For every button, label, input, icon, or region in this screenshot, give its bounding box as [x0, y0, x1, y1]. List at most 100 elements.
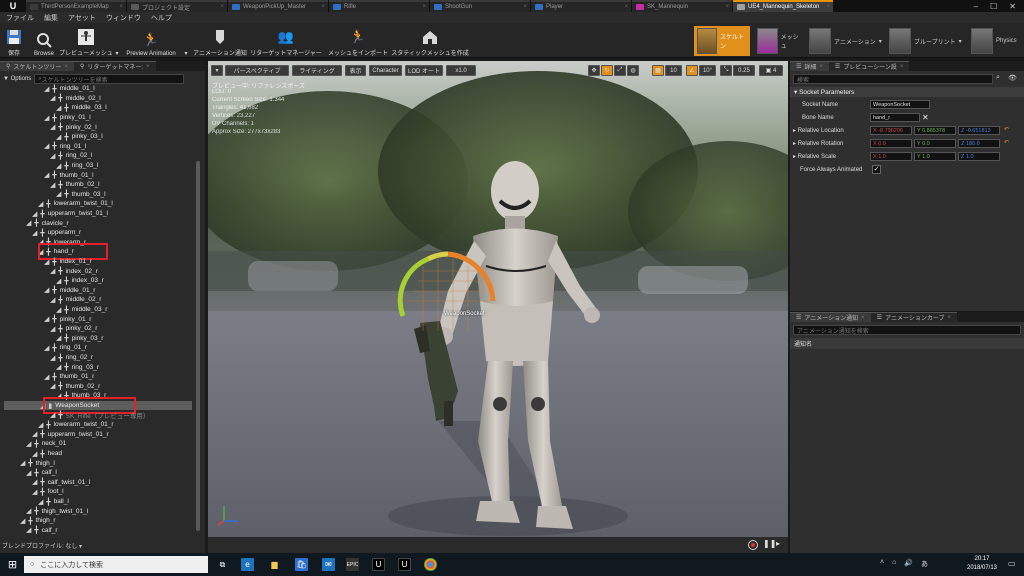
reset-arrow-icon[interactable]: ↶: [1004, 139, 1009, 146]
viewport-options-button[interactable]: ▾: [211, 65, 223, 76]
bone-row[interactable]: ◢ ╋ middle_02_r: [50, 295, 101, 305]
expand-arrow-icon[interactable]: ◢: [56, 162, 61, 170]
expand-arrow-icon[interactable]: ◢: [44, 114, 49, 122]
preview-animation-button[interactable]: 🏃 Preview Animation: [120, 25, 182, 57]
close-icon[interactable]: ×: [819, 64, 823, 70]
reset-arrow-icon[interactable]: ↶: [1004, 126, 1009, 133]
bone-row[interactable]: ◢ ╋ ring_02_l: [50, 151, 92, 161]
expand-arrow-icon[interactable]: ◢: [38, 200, 43, 208]
file-explorer-icon[interactable]: ▆: [268, 558, 281, 571]
playback-speed-button[interactable]: x1.0: [446, 65, 476, 76]
mail-icon[interactable]: ✉: [322, 558, 335, 571]
lod-button[interactable]: LOD オート: [405, 65, 443, 76]
blueprint-mode-button[interactable]: ブループリント ▾: [886, 26, 968, 56]
expand-arrow-icon[interactable]: ◢: [56, 306, 61, 314]
tab-preview-scene-settings[interactable]: ☰ プレビューシーン設 ×: [828, 61, 910, 71]
bone-row[interactable]: ◢ ╋ lowerarm_twist_01_r: [38, 420, 114, 430]
force-animated-checkbox[interactable]: ✓: [872, 165, 881, 174]
editor-tab[interactable]: SK_Mannequin ×: [632, 0, 732, 12]
notification-center-icon[interactable]: ▭: [1008, 559, 1016, 568]
skeleton-tree-search-input[interactable]: ⌕ スケルトンツリーを検索: [34, 74, 185, 84]
tab-retarget-manager[interactable]: ⚲ リターゲットマネー: ×: [73, 61, 156, 71]
editor-tab[interactable]: UE4_Mannequin_Skeleton ×: [733, 0, 833, 12]
expand-arrow-icon[interactable]: ◢: [50, 267, 55, 275]
editor-tab[interactable]: プロジェクト設定 ×: [127, 0, 227, 12]
rotate-tool-icon[interactable]: ↻: [601, 65, 613, 76]
preview-mesh-button[interactable]: プレビューメッシュ: [59, 25, 113, 57]
expand-arrow-icon[interactable]: ◢: [26, 526, 31, 534]
editor-tab[interactable]: ThirdPersonExampleMap ×: [26, 0, 126, 12]
expand-arrow-icon[interactable]: ◢: [44, 171, 49, 179]
expand-arrow-icon[interactable]: ◢: [50, 354, 55, 362]
close-icon[interactable]: ×: [321, 4, 325, 10]
expand-arrow-icon[interactable]: ◢: [50, 123, 55, 131]
show-button[interactable]: 表示: [345, 65, 366, 76]
close-icon[interactable]: ×: [523, 4, 527, 10]
bone-row[interactable]: ◢ ╋ thumb_01_l: [44, 170, 94, 180]
bone-row[interactable]: ◢ ╋ upperarm_twist_01_r: [32, 430, 109, 440]
grid-snap-icon[interactable]: ▦: [652, 65, 664, 76]
world-local-icon[interactable]: ◍: [627, 65, 639, 76]
record-icon[interactable]: [748, 540, 758, 550]
save-button[interactable]: 保存: [3, 25, 25, 57]
tab-details[interactable]: ☰ 詳細 ×: [790, 61, 829, 71]
bone-row[interactable]: ◢ ╋ head: [32, 449, 62, 459]
expand-arrow-icon[interactable]: ◢: [32, 229, 37, 237]
expand-arrow-icon[interactable]: ◢: [38, 498, 43, 506]
bone-row[interactable]: ◢ ╋ foot_l: [32, 487, 64, 497]
maximize-icon[interactable]: ☐: [990, 2, 997, 11]
rotation-x-field[interactable]: X 0.0: [870, 139, 912, 148]
clock[interactable]: 20:17 2018/07/13: [962, 555, 1002, 573]
bone-row[interactable]: ◢ ╋ middle_03_l: [56, 103, 107, 113]
bone-row[interactable]: ◢ ╋ ring_03_r: [56, 362, 99, 372]
bone-row[interactable]: ◢ ╋ pinky_03_r: [56, 334, 103, 344]
bone-row[interactable]: ◢ ╋ ring_03_l: [56, 161, 98, 171]
bone-row[interactable]: ◢ ╋ middle_03_r: [56, 305, 107, 315]
expand-arrow-icon[interactable]: ◢: [56, 190, 61, 198]
bone-name-field[interactable]: hand_r: [870, 113, 920, 122]
camera-speed-button[interactable]: ▣ 4: [759, 65, 783, 76]
network-icon[interactable]: ⌂: [892, 559, 896, 569]
expand-arrow-icon[interactable]: ◢: [20, 517, 25, 525]
menu-window[interactable]: ウィンドウ: [106, 13, 141, 23]
close-window-icon[interactable]: ✕: [1009, 2, 1016, 11]
preview-viewport[interactable]: ▾ パースペクティブ ライティング 表示 Character LOD オート x…: [208, 61, 788, 553]
bone-row[interactable]: ◢ ╋ SK_Rifle（プレビュー専用）: [50, 410, 149, 420]
taskbar-search-box[interactable]: ○ ここに入力して検索: [24, 556, 208, 573]
menu-file[interactable]: ファイル: [6, 13, 34, 23]
translate-tool-icon[interactable]: ✥: [588, 65, 600, 76]
expand-arrow-icon[interactable]: ◢: [32, 488, 37, 496]
volume-icon[interactable]: 🔊: [904, 559, 913, 569]
close-icon[interactable]: ×: [900, 64, 904, 70]
expand-arrow-icon[interactable]: ◢: [56, 334, 61, 342]
character-button[interactable]: Character: [369, 65, 402, 76]
loop-icon[interactable]: ▸: [776, 539, 780, 548]
skeleton-mode-button[interactable]: スケルトン: [694, 26, 750, 56]
bone-row[interactable]: ◢ ╋ pinky_01_r: [44, 314, 91, 324]
close-icon[interactable]: ×: [422, 4, 426, 10]
bone-row[interactable]: ◢ ╋ index_02_r: [50, 266, 98, 276]
bone-row[interactable]: ◢ ╋ thumb_02_l: [50, 180, 100, 190]
menu-asset[interactable]: アセット: [68, 13, 96, 23]
scale-snap-icon[interactable]: ⤡: [720, 65, 732, 76]
expand-arrow-icon[interactable]: ◢: [56, 104, 61, 112]
windows-start-icon[interactable]: ⊞: [6, 558, 19, 571]
options-button[interactable]: ▼ Options: [3, 76, 31, 82]
bone-row[interactable]: ◢ ╋ thigh_twist_01_l: [26, 506, 88, 516]
expand-arrow-icon[interactable]: ◢: [44, 286, 49, 294]
bone-row[interactable]: ◢ ╋ index_03_r: [56, 276, 104, 286]
edge-browser-icon[interactable]: e: [241, 558, 254, 571]
bone-row[interactable]: ◢ ╋ middle_01_r: [44, 286, 95, 296]
expand-arrow-icon[interactable]: ◢: [32, 450, 37, 458]
details-search-input[interactable]: 検索: [793, 74, 993, 84]
unreal-editor-taskbar-icon[interactable]: U: [398, 558, 411, 571]
close-icon[interactable]: ×: [624, 4, 628, 10]
expand-arrow-icon[interactable]: ◢: [50, 296, 55, 304]
menu-help[interactable]: ヘルプ: [151, 13, 172, 23]
close-icon[interactable]: ×: [725, 4, 729, 10]
bone-row[interactable]: ◢ ╋ lowerarm_twist_01_l: [38, 199, 113, 209]
bone-row[interactable]: ◢ ╋ calf_l: [26, 468, 57, 478]
task-view-icon[interactable]: ⧉: [216, 558, 229, 571]
expand-arrow-icon[interactable]: ◢: [56, 277, 61, 285]
location-x-field[interactable]: X -8.796206: [870, 126, 912, 135]
